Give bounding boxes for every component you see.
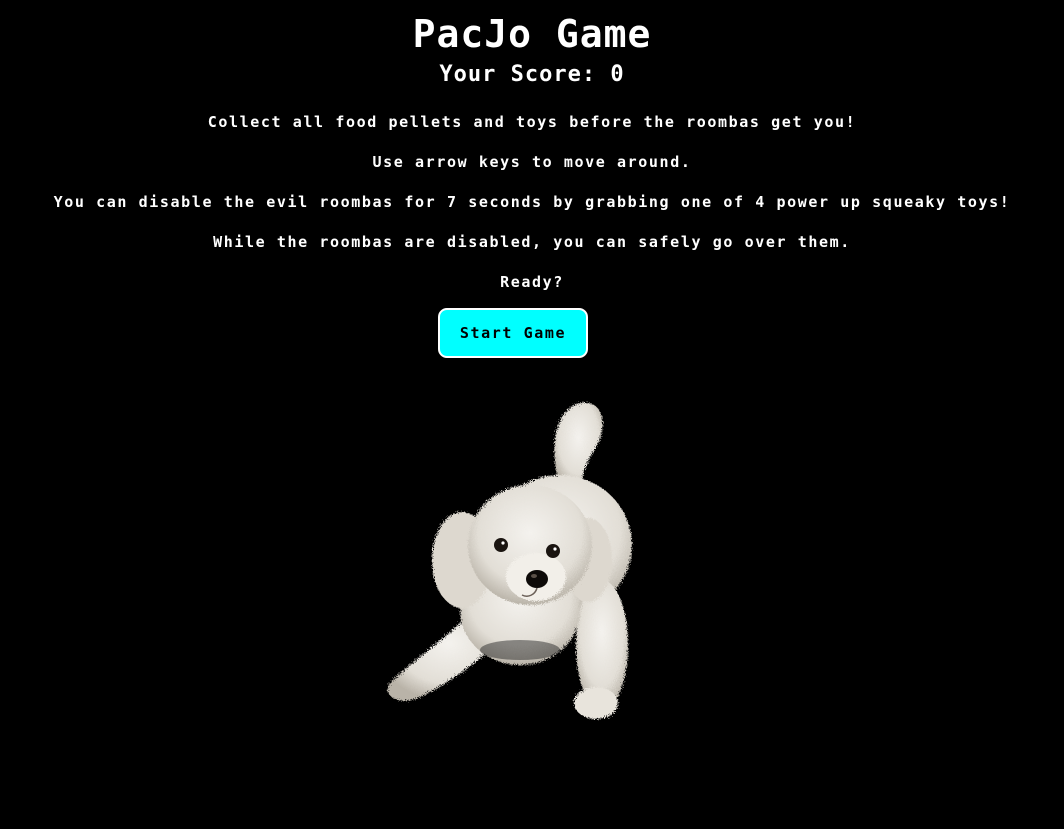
game-title: PacJo Game <box>412 12 652 56</box>
score-display: Your Score: 0 <box>439 62 625 87</box>
ready-prompt: Ready? <box>500 273 564 291</box>
dog-mascot-image <box>387 402 632 719</box>
instruction-powerup: You can disable the evil roombas for 7 s… <box>53 193 1011 211</box>
instruction-disabled: While the roombas are disabled, you can … <box>213 233 851 251</box>
start-game-button[interactable]: Start Game <box>438 308 588 358</box>
game-start-screen: PacJo Game Your Score: 0 Collect all foo… <box>0 0 1064 829</box>
instruction-controls: Use arrow keys to move around. <box>372 153 692 171</box>
instruction-collect: Collect all food pellets and toys before… <box>207 113 857 131</box>
